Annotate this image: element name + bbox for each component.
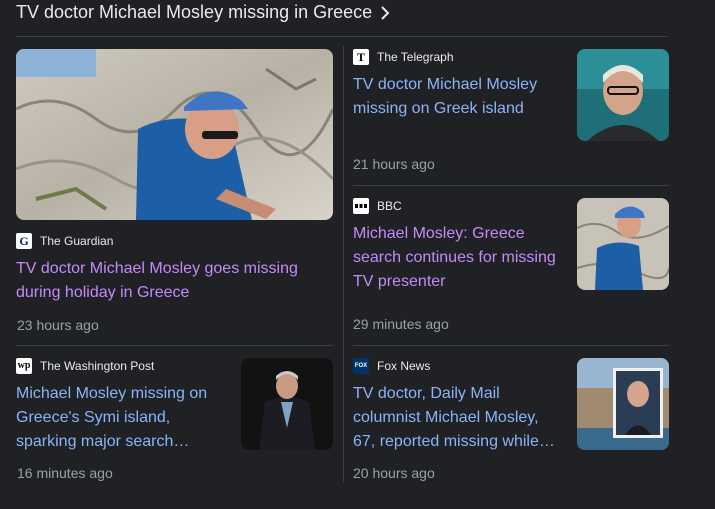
- chevron-right-icon: [381, 5, 390, 20]
- article-card-washington-post[interactable]: wp The Washington Post Michael Mosley mi…: [16, 358, 333, 488]
- source-row: T The Telegraph: [353, 49, 563, 65]
- source-row: BBC: [353, 198, 563, 214]
- article-image: [16, 49, 333, 220]
- article-card-bbc[interactable]: BBC Michael Mosley: Greece search contin…: [353, 198, 669, 338]
- guardian-logo-icon: G: [16, 233, 32, 249]
- article-thumbnail: [241, 358, 333, 450]
- source-name: The Guardian: [40, 234, 114, 248]
- article-card-telegraph[interactable]: T The Telegraph TV doctor Michael Mosley…: [353, 49, 669, 179]
- source-row: G The Guardian: [16, 233, 326, 249]
- article-time: 23 hours ago: [17, 317, 99, 333]
- article-time: 21 hours ago: [353, 156, 435, 172]
- article-thumbnail: [577, 198, 669, 290]
- bbc-logo-icon: [353, 198, 369, 214]
- row-divider: [16, 345, 333, 346]
- section-heading[interactable]: TV doctor Michael Mosley missing in Gree…: [16, 2, 390, 23]
- article-thumbnail: [577, 49, 669, 141]
- source-row: wp The Washington Post: [16, 358, 226, 374]
- source-name: The Washington Post: [40, 359, 155, 373]
- article-time: 29 minutes ago: [353, 316, 449, 332]
- article-card-guardian[interactable]: G The Guardian TV doctor Michael Mosley …: [16, 49, 334, 339]
- washington-post-logo-icon: wp: [16, 358, 32, 374]
- row-divider: [353, 185, 669, 186]
- article-time: 16 minutes ago: [17, 465, 113, 481]
- article-headline[interactable]: TV doctor Michael Mosley missing on Gree…: [353, 73, 563, 121]
- column-divider: [343, 46, 344, 483]
- article-headline[interactable]: TV doctor, Daily Mail columnist Michael …: [353, 382, 563, 454]
- source-name: The Telegraph: [377, 50, 454, 64]
- source-row: FOX Fox News: [353, 358, 563, 374]
- row-divider: [353, 345, 669, 346]
- source-name: BBC: [377, 199, 402, 213]
- article-headline[interactable]: Michael Mosley missing on Greece's Symi …: [16, 382, 226, 454]
- article-thumbnail: [577, 358, 669, 450]
- telegraph-logo-icon: T: [353, 49, 369, 65]
- fox-news-logo-icon: FOX: [353, 358, 369, 374]
- article-headline[interactable]: TV doctor Michael Mosley goes missing du…: [16, 257, 326, 305]
- article-time: 20 hours ago: [353, 465, 435, 481]
- source-name: Fox News: [377, 359, 431, 373]
- article-headline[interactable]: Michael Mosley: Greece search continues …: [353, 222, 563, 294]
- article-card-fox-news[interactable]: FOX Fox News TV doctor, Daily Mail colum…: [353, 358, 669, 488]
- section-title: TV doctor Michael Mosley missing in Gree…: [16, 2, 373, 22]
- heading-divider: [16, 36, 668, 37]
